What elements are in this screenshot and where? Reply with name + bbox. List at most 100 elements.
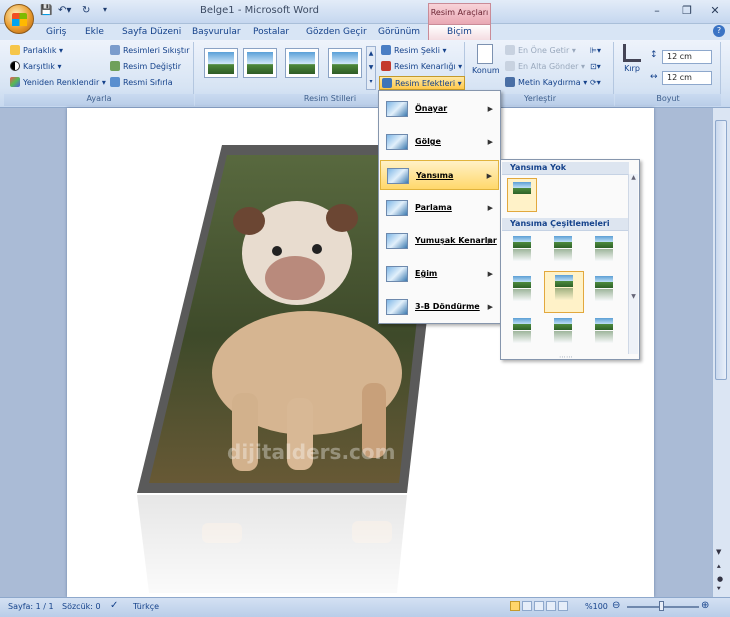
previous-page-icon[interactable]: ⯅ [716, 563, 722, 572]
picture-reflection [137, 495, 447, 613]
tab-giris[interactable]: Giriş [46, 26, 66, 40]
full-screen-icon[interactable] [522, 601, 532, 611]
style-thumbnail [247, 52, 273, 74]
reflection-variant-1[interactable] [507, 233, 537, 267]
page-count[interactable]: Sayfa: 1 / 1 [8, 602, 54, 611]
reflection-variant-5[interactable] [544, 271, 584, 313]
thumbnail [555, 275, 573, 287]
picture-effects-button[interactable]: Resim Efektleri ▾ [379, 76, 465, 90]
reflection-icon [387, 168, 409, 184]
restore-button[interactable]: ❐ [676, 3, 698, 19]
rotate-icon[interactable]: ⟳▾ [590, 76, 601, 90]
chevron-right-icon: ▶ [487, 303, 493, 311]
picture-style-4[interactable] [328, 48, 362, 78]
minimize-button[interactable]: – [646, 3, 668, 19]
tab-gozden-gecir[interactable]: Gözden Geçir [306, 26, 367, 40]
thumbnail [513, 276, 531, 288]
help-icon[interactable]: ? [713, 25, 725, 37]
scroll-down-icon[interactable]: ▼ [716, 548, 721, 556]
contrast-button[interactable]: Karşıtlık ▾ [10, 60, 61, 74]
print-layout-icon[interactable] [510, 601, 520, 611]
change-picture-button[interactable]: Resim Değiştir [110, 60, 181, 74]
reflection-variant-4[interactable] [507, 273, 537, 307]
menu-item-golge[interactable]: Gölge ▶ [380, 127, 499, 157]
menu-item-parlama[interactable]: Parlama ▶ [380, 193, 499, 223]
undo-icon[interactable]: ↶▾ [58, 5, 71, 19]
proofing-icon[interactable]: ✓ [110, 600, 118, 611]
zoom-in-icon[interactable]: ⊕ [701, 600, 709, 611]
bring-to-front-button[interactable]: En Öne Getir ▾ [505, 44, 576, 58]
thumbnail [595, 318, 613, 330]
picture-style-3[interactable] [285, 48, 319, 78]
shadow-icon [386, 134, 408, 150]
send-to-back-button[interactable]: En Alta Gönder ▾ [505, 60, 585, 74]
brightness-button[interactable]: Parlaklık ▾ [10, 44, 63, 58]
reflection-variant-8[interactable] [548, 315, 578, 349]
web-layout-icon[interactable] [534, 601, 544, 611]
tab-ekle[interactable]: Ekle [85, 26, 104, 40]
height-input[interactable]: 12 cm [662, 50, 712, 64]
zoom-out-icon[interactable]: ⊖ [612, 600, 620, 611]
group-label-boyut: Boyut [615, 94, 721, 106]
menu-item-yansima[interactable]: Yansıma ▶ [380, 160, 499, 190]
draft-icon[interactable] [558, 601, 568, 611]
width-input[interactable]: 12 cm [662, 71, 712, 85]
thumbnail [554, 236, 572, 248]
reflection-variant-7[interactable] [507, 315, 537, 349]
crop-button[interactable]: Kırp [620, 44, 644, 90]
word-count[interactable]: Sözcük: 0 [62, 602, 101, 611]
reflection-variant-9[interactable] [589, 315, 619, 349]
submenu-scrollbar[interactable]: ▲ ▼ [628, 174, 638, 354]
picture-style-2[interactable] [243, 48, 277, 78]
thumbnail [595, 236, 613, 248]
redo-icon[interactable]: ↻ [82, 5, 90, 19]
save-icon[interactable]: 💾 [40, 5, 52, 19]
next-page-icon[interactable]: ⯆ [716, 585, 722, 594]
tab-gorunum[interactable]: Görünüm [378, 26, 420, 40]
title-bar [0, 0, 730, 24]
align-icon[interactable]: ⊫▾ [590, 44, 601, 58]
picture-border-button[interactable]: Resim Kenarlığı ▾ [381, 60, 462, 74]
no-reflection-option[interactable] [507, 178, 537, 212]
shape-icon [381, 45, 391, 55]
qat-customize-icon[interactable]: ▾ [103, 5, 107, 19]
resize-grip-icon[interactable]: ⋯⋯ [559, 353, 573, 361]
styles-gallery-scroll[interactable]: ▲ ▼ ▾ [366, 46, 376, 90]
reset-picture-button[interactable]: Resmi Sıfırla [110, 76, 173, 90]
send-back-icon [505, 61, 515, 71]
change-picture-icon [110, 61, 120, 71]
text-wrapping-button[interactable]: Metin Kaydırma ▾ [505, 76, 587, 90]
picture-style-1[interactable] [204, 48, 238, 78]
tab-bicim[interactable]: Biçim [428, 24, 491, 40]
menu-item-3b-dondurme[interactable]: 3-B Döndürme ▶ [380, 292, 499, 322]
reset-picture-icon [110, 77, 120, 87]
reflection-variant-3[interactable] [589, 233, 619, 267]
tab-sayfa-duzeni[interactable]: Sayfa Düzeni [122, 26, 181, 40]
compress-pictures-button[interactable]: Resimleri Sıkıştır [110, 44, 189, 58]
tab-postalar[interactable]: Postalar [253, 26, 289, 40]
zoom-slider-thumb[interactable] [659, 601, 664, 611]
close-button[interactable]: ✕ [704, 3, 726, 19]
view-buttons [510, 601, 570, 613]
crop-icon [623, 44, 641, 62]
menu-item-egim[interactable]: Eğim ▶ [380, 259, 499, 289]
thumbnail-reflection [513, 331, 531, 343]
reflection-variant-2[interactable] [548, 233, 578, 267]
recolor-button[interactable]: Yeniden Renklendir ▾ [10, 76, 106, 90]
scroll-thumb[interactable] [715, 120, 727, 380]
outline-icon[interactable] [546, 601, 556, 611]
menu-item-yumusak-kenarlar[interactable]: Yumuşak Kenarlar ▶ [380, 226, 499, 256]
vertical-scrollbar[interactable]: ▼ ⯅ ● ⯆ [712, 108, 730, 597]
group-objects-icon[interactable]: ⊡▾ [590, 60, 601, 74]
browse-object-icon[interactable]: ● [717, 575, 723, 583]
thumbnail-reflection [555, 288, 573, 300]
menu-item-onayar[interactable]: Önayar ▶ [380, 94, 499, 124]
reflection-variant-6[interactable] [589, 273, 619, 307]
zoom-level[interactable]: %100 [585, 602, 608, 611]
office-button[interactable] [4, 4, 34, 34]
language[interactable]: Türkçe [133, 602, 159, 611]
position-button[interactable]: Konum [472, 44, 500, 90]
tab-basvurular[interactable]: Başvurular [192, 26, 241, 40]
office-logo-icon [12, 13, 27, 26]
picture-shape-button[interactable]: Resim Şekli ▾ [381, 44, 447, 58]
